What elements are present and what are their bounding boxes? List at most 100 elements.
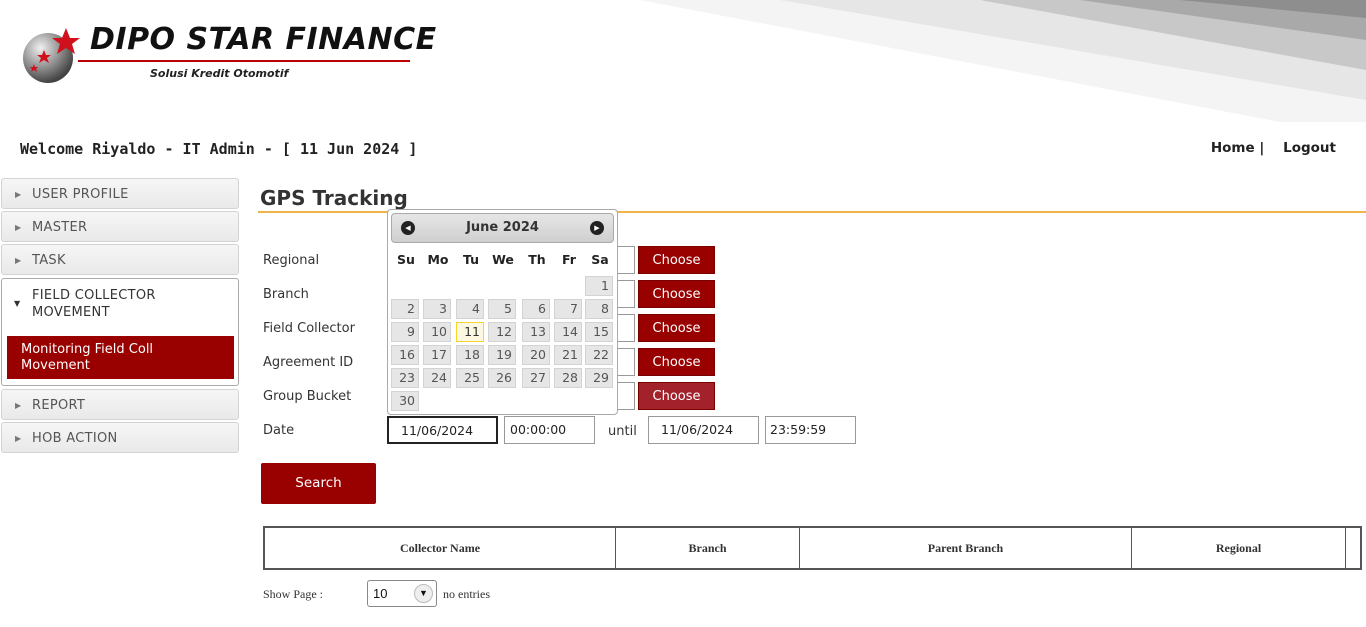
datepicker-day[interactable]: 30	[391, 391, 419, 411]
sidebar-item-master[interactable]: ▶ MASTER	[1, 211, 239, 242]
agreement-id-label: Agreement ID	[263, 355, 354, 370]
page-size-select[interactable]: 10 ▼	[367, 580, 437, 607]
column-header-collector-name[interactable]: Collector Name	[265, 528, 616, 568]
caret-right-icon: ▶	[15, 401, 22, 410]
header-banner: DIPO STAR FINANCE Solusi Kredit Otomotif	[0, 0, 1366, 122]
sidebar-item-label: MASTER	[32, 220, 88, 235]
show-page-label: Show Page :	[263, 587, 323, 601]
logo-underline	[78, 60, 410, 62]
time-from-input[interactable]: 00:00:00	[504, 416, 595, 444]
regional-label: Regional	[263, 253, 320, 268]
datepicker-popup: June 2024 ◀ ▶ Su Mo Tu We Th Fr Sa 1 2 3 4 5 6 7 8 9 10…	[387, 209, 618, 415]
weekday-header: Fr	[562, 252, 576, 267]
search-button[interactable]: Search	[261, 463, 376, 504]
sidebar-subitem-monitoring-field-coll-movement[interactable]: Monitoring Field Coll Movement	[7, 336, 234, 379]
group-bucket-label: Group Bucket	[263, 389, 352, 404]
caret-down-icon: ▼	[14, 299, 21, 308]
datepicker-day[interactable]: 12	[488, 322, 516, 342]
date-from-input[interactable]: 11/06/2024	[387, 416, 498, 444]
datepicker-day[interactable]: 20	[522, 345, 550, 365]
datepicker-day[interactable]: 23	[391, 368, 419, 388]
weekday-header: We	[492, 252, 514, 267]
choose-group-bucket-button[interactable]: Choose	[638, 382, 715, 410]
datepicker-day[interactable]: 14	[554, 322, 582, 342]
datepicker-day[interactable]: 1	[585, 276, 613, 296]
sidebar-item-label: HOB ACTION	[32, 431, 118, 446]
column-header-branch[interactable]: Branch	[616, 528, 800, 568]
logo-wordmark: DIPO STAR FINANCE	[90, 22, 437, 57]
datepicker-day[interactable]: 17	[423, 345, 451, 365]
caret-right-icon: ▶	[15, 434, 22, 443]
column-header-regional[interactable]: Regional	[1132, 528, 1346, 568]
caret-right-icon: ▶	[15, 256, 22, 265]
sidebar-item-field-collector-movement[interactable]: ▼ FIELD COLLECTOR MOVEMENT	[1, 278, 239, 328]
column-header-parent-branch[interactable]: Parent Branch	[800, 528, 1132, 568]
logo-tagline: Solusi Kredit Otomotif	[150, 67, 289, 80]
datepicker-day[interactable]: 27	[522, 368, 550, 388]
no-entries-text: no entries	[443, 587, 490, 601]
sidebar-item-label: FIELD COLLECTOR MOVEMENT	[32, 288, 156, 320]
datepicker-day[interactable]: 16	[391, 345, 419, 365]
datepicker-day[interactable]: 15	[585, 322, 613, 342]
top-nav-links: Home | Logout	[1211, 140, 1336, 156]
datepicker-day[interactable]: 6	[522, 299, 550, 319]
datepicker-day-today[interactable]: 11	[456, 322, 484, 342]
sidebar-submenu-panel: Monitoring Field Coll Movement	[1, 328, 239, 386]
datepicker-day[interactable]: 26	[488, 368, 516, 388]
weekday-header: Tu	[462, 252, 480, 267]
chevron-down-icon: ▼	[414, 584, 433, 603]
choose-field-collector-button[interactable]: Choose	[638, 314, 715, 342]
datepicker-day[interactable]: 18	[456, 345, 484, 365]
weekday-header: Sa	[591, 252, 609, 267]
datepicker-day[interactable]: 24	[423, 368, 451, 388]
caret-right-icon: ▶	[15, 223, 22, 232]
datepicker-day[interactable]: 9	[391, 322, 419, 342]
logo-star-globe-icon	[23, 28, 80, 83]
datepicker-day[interactable]: 21	[554, 345, 582, 365]
datepicker-day[interactable]: 22	[585, 345, 613, 365]
datepicker-day[interactable]: 10	[423, 322, 451, 342]
until-label: until	[608, 424, 637, 439]
datepicker-day[interactable]: 4	[456, 299, 484, 319]
datepicker-day[interactable]: 28	[554, 368, 582, 388]
sidebar-item-label: REPORT	[32, 398, 86, 413]
sidebar-item-user-profile[interactable]: ▶ USER PROFILE	[1, 178, 239, 209]
weekday-header: Mo	[427, 252, 449, 267]
datepicker-day[interactable]: 2	[391, 299, 419, 319]
choose-branch-button[interactable]: Choose	[638, 280, 715, 308]
company-logo[interactable]: DIPO STAR FINANCE Solusi Kredit Otomotif	[20, 22, 436, 84]
sidebar-item-label: TASK	[32, 253, 66, 268]
sidebar-item-label: USER PROFILE	[32, 187, 129, 202]
home-link[interactable]: Home |	[1211, 140, 1264, 156]
prev-month-icon[interactable]: ◀	[401, 221, 415, 235]
logout-link[interactable]: Logout	[1283, 140, 1336, 156]
sidebar-item-task[interactable]: ▶ TASK	[1, 244, 239, 275]
next-month-icon[interactable]: ▶	[590, 221, 604, 235]
date-to-input[interactable]: 11/06/2024	[648, 416, 759, 444]
weekday-header: Th	[528, 252, 546, 267]
choose-regional-button[interactable]: Choose	[638, 246, 715, 274]
datepicker-header: June 2024 ◀ ▶	[391, 213, 614, 243]
caret-right-icon: ▶	[15, 190, 22, 199]
page-title: GPS Tracking	[260, 186, 408, 210]
sidebar-item-hob-action[interactable]: ▶ HOB ACTION	[1, 422, 239, 453]
datepicker-day[interactable]: 8	[585, 299, 613, 319]
column-header-spacer	[1346, 528, 1360, 568]
results-table-header: Collector Name Branch Parent Branch Regi…	[263, 526, 1362, 570]
weekday-header: Su	[397, 252, 415, 267]
date-label: Date	[263, 423, 295, 438]
datepicker-day[interactable]: 7	[554, 299, 582, 319]
datepicker-day[interactable]: 13	[522, 322, 550, 342]
datepicker-day[interactable]: 3	[423, 299, 451, 319]
datepicker-month-title: June 2024	[466, 220, 539, 235]
sidebar-item-report[interactable]: ▶ REPORT	[1, 389, 239, 420]
datepicker-day[interactable]: 19	[488, 345, 516, 365]
datepicker-day[interactable]: 5	[488, 299, 516, 319]
datepicker-day[interactable]: 29	[585, 368, 613, 388]
choose-agreement-id-button[interactable]: Choose	[638, 348, 715, 376]
time-to-input[interactable]: 23:59:59	[765, 416, 856, 444]
field-collector-label: Field Collector	[263, 321, 355, 336]
branch-label: Branch	[263, 287, 309, 302]
datepicker-day[interactable]: 25	[456, 368, 484, 388]
welcome-text: Welcome Riyaldo - IT Admin - [ 11 Jun 20…	[20, 140, 418, 158]
